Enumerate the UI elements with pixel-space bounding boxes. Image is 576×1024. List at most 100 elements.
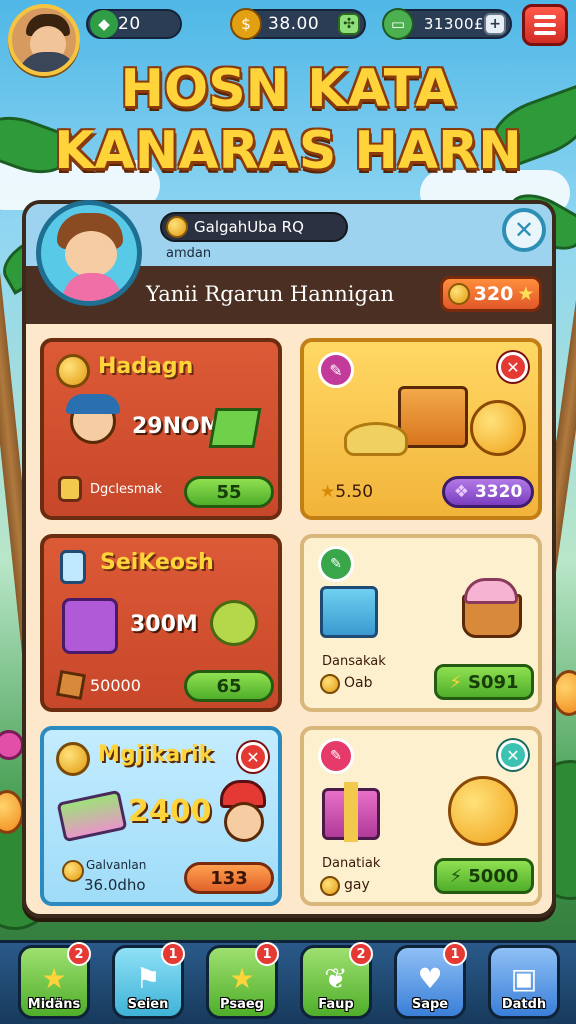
buy-button[interactable]: 133 [184,862,274,894]
close-icon: ✕ [513,216,535,244]
shop-card[interactable]: Mgjikarik ✕ 2400 Galvanlan 36.0dho 133 [40,726,282,906]
buy-button[interactable]: ⚡ 5000 [434,858,534,894]
lightning-icon: ⚡ [449,865,463,887]
feather-icon: ❖ [453,482,469,502]
player-subtitle: amdan [166,246,212,261]
hamburger-menu-icon [534,15,556,19]
player-coins-badge[interactable]: 320 ★ [440,276,542,312]
nav-label: Midäns [27,997,81,1012]
shop-card[interactable]: SeiKeosh 300M 50000 65 [40,534,282,712]
card-sublabel: gay [344,877,370,893]
nav-button-faup[interactable]: 2 ❦ Faup [300,942,373,1019]
nav-label: Faup [318,997,354,1012]
card-title: Mgjikarik [98,742,214,767]
nav-label: Sape [411,997,449,1012]
close-icon[interactable]: ✕ [238,742,268,772]
nav-label: Psaeg [220,997,264,1012]
tag-icon: ✎ [318,352,354,388]
kid-body [63,273,121,301]
close-icon[interactable]: ✕ [498,352,528,382]
coin-icon [320,876,340,896]
coin-icon [166,216,188,238]
gold-coin-icon: $ [230,8,262,40]
profile-avatar[interactable] [36,200,142,306]
nav-button-datdh[interactable]: ▣ Datdh [488,945,560,1019]
shop-card[interactable]: ✎ Dansakak Oab ⚡ S091 [300,534,542,712]
card-title: Hadagn [98,354,194,379]
player-coins: 320 [473,283,514,305]
card-label: Danatiak [322,856,381,871]
star-icon: ★ [229,962,255,995]
hat-icon [66,394,120,414]
notification-badge: 2 [67,942,91,966]
cash-icon: ▭ [382,8,414,40]
shop-card[interactable]: Hadagn 29NOM Dgclesmak 55 [40,338,282,520]
nav-button-midans[interactable]: 2 ★ Midäns [18,942,91,1019]
ice-cream-icon [464,578,518,604]
tag-icon: ✎ [318,738,354,774]
coin-icon [62,860,84,882]
jar-icon [60,550,86,584]
card-amount: 2400 [128,794,212,829]
card-label: 50000 [90,676,141,695]
panel-header: GalgahUba RQ amdan Yanii Rgarun Hannigan… [26,200,552,324]
game-title-line2: KANARAS HARN [54,121,522,181]
gem-count: 20 [118,14,141,34]
card-amount: 300M [130,612,198,637]
heart-icon: ♥ [417,962,443,995]
box-icon: ▣ [510,962,538,995]
game-title-line1: HOSN KATA [120,59,456,119]
add-cash-button[interactable]: + [484,13,506,35]
buy-button[interactable]: 65 [184,670,274,702]
gold-orb-icon [470,400,526,456]
nav-button-seien[interactable]: 1 ⚑ Seien [112,942,185,1019]
cash-count: 31300£ [423,15,485,33]
lightning-icon: ⚡ [449,671,463,693]
tag-icon: ✎ [318,546,354,582]
coin-icon [56,354,90,388]
coin-icon [447,283,470,305]
gem-icon: ◆ [90,10,118,38]
player-name-pill: GalgahUba RQ [160,212,348,242]
treasure-box-icon [398,386,468,448]
gem-counter[interactable]: ◆ 20 [86,9,182,39]
cash-counter[interactable]: ▭ 31300£ + [382,8,512,40]
add-gold-button[interactable]: ✣ [338,13,360,35]
green-gem-icon [208,408,262,448]
shop-card[interactable]: ✎ ✕ Danatiak gay ⚡ 5000 [300,726,542,906]
buy-button[interactable]: ❖ 3320 [442,476,534,508]
card-sublabel: 36.0dho [84,876,146,894]
star-icon: ★ [320,482,336,502]
character-icon [224,802,264,842]
kid-face [65,231,117,277]
buy-button[interactable]: 55 [184,476,274,508]
gold-count: 38.00 [268,14,320,34]
coin-icon [320,674,340,694]
card-amount: 29NOM [132,414,222,439]
player-name: GalgahUba RQ [194,218,304,236]
gift-ribbon-icon [344,782,358,842]
buy-button[interactable]: ⚡ S091 [434,664,534,700]
close-panel-button[interactable]: ✕ [502,208,546,252]
character-portrait-icon [62,598,118,654]
nav-button-sape[interactable]: 1 ♥ Sape [394,942,467,1019]
green-creature-icon [210,600,258,646]
shop-panel: GalgahUba RQ amdan Yanii Rgarun Hannigan… [22,200,556,918]
gold-counter[interactable]: $ 38.00 ✣ [230,8,366,40]
close-icon[interactable]: ✕ [498,740,528,770]
candy-box-icon [56,789,128,843]
profile-bar-text: Yanii Rgarun Hannigan [146,282,395,306]
card-label: Dansakak [322,654,386,669]
card-title: SeiKeosh [100,550,214,575]
shop-card[interactable]: ✎ ✕ ★5.50 ❖ 3320 [300,338,542,520]
bottom-nav: 2 ★ Midäns 1 ⚑ Seien 1 ★ Psaeg 2 ❦ Faup … [0,940,576,1024]
game-title: HOSN KATA KANARAS HARN [0,58,576,182]
card-label: Dgclesmak [90,482,162,497]
paint-box-icon [320,586,378,638]
nav-button-psaeg[interactable]: 1 ★ Psaeg [206,942,279,1019]
notification-badge: 2 [349,942,373,966]
flag-icon: ⚑ [135,962,161,995]
hamburger-menu-button[interactable] [522,4,568,46]
crate-icon [55,669,87,701]
notification-badge: 1 [443,942,467,966]
